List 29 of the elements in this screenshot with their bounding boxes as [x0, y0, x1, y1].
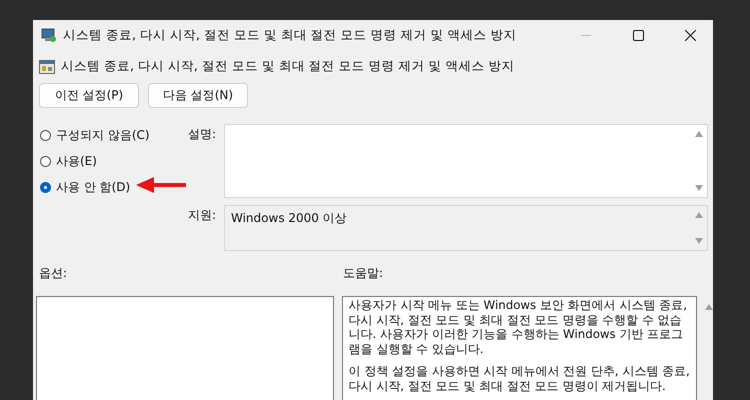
arrow-drawing: [136, 177, 188, 193]
window-title: 시스템 종료, 다시 시작, 절전 모드 및 최대 절전 모드 명령 제거 및 액세스 방지: [63, 26, 518, 44]
scroll-up-icon[interactable]: [705, 304, 713, 310]
description-field[interactable]: [224, 124, 708, 198]
maximize-icon: [632, 30, 644, 40]
radio-option[interactable]: 사용 안 함(D): [40, 179, 170, 196]
scroll-down-icon[interactable]: [695, 185, 703, 191]
radio-option[interactable]: 사용(E): [40, 153, 170, 170]
minimize-icon: [581, 34, 591, 36]
support-field: Windows 2000 이상: [224, 205, 708, 251]
radio-icon[interactable]: [40, 156, 51, 167]
panel-label: 옵션:: [39, 265, 68, 282]
field-label: 지원:: [188, 207, 218, 224]
computer-icon: [41, 27, 57, 43]
field-label: 설명:: [188, 126, 218, 143]
close-icon: [684, 30, 696, 40]
policy-title: 시스템 종료, 다시 시작, 절전 모드 및 최대 절전 모드 명령 제거 및 액세스 방지: [61, 58, 515, 75]
help-text: 사용자가 시작 메뉴 또는 Windows 보안 화면에서 시스템 종료, 다시 시작, 절전 모드 및 최대 절전 모드 명령을 수행할 수 없습니다. 사용자가 이러한 기능을 수행하는 Windows 기반 프로그램을 실행할 수 있습니다.: [348, 298, 688, 356]
panel-label: 도움말:: [343, 265, 384, 282]
radio-icon[interactable]: [40, 182, 51, 193]
nav-button[interactable]: 이전 설정(P): [39, 83, 139, 108]
help-text: 이 정책 설정을 사용하면 시작 메뉴에서 전원 단추, 시스템 종료, 다시 시작, 절전 모드 및 최대 절전 모드 명령이 제거됩니다.: [348, 364, 690, 394]
scroll-up-icon[interactable]: [695, 131, 703, 137]
radio-icon[interactable]: [40, 130, 51, 141]
scroll-down-icon[interactable]: [695, 238, 703, 244]
settings-page-icon: [39, 58, 55, 74]
nav-button[interactable]: 다음 설정(N): [148, 83, 248, 108]
radio-option[interactable]: 구성되지 않음(C): [40, 127, 170, 144]
scroll-up-icon[interactable]: [695, 212, 703, 218]
